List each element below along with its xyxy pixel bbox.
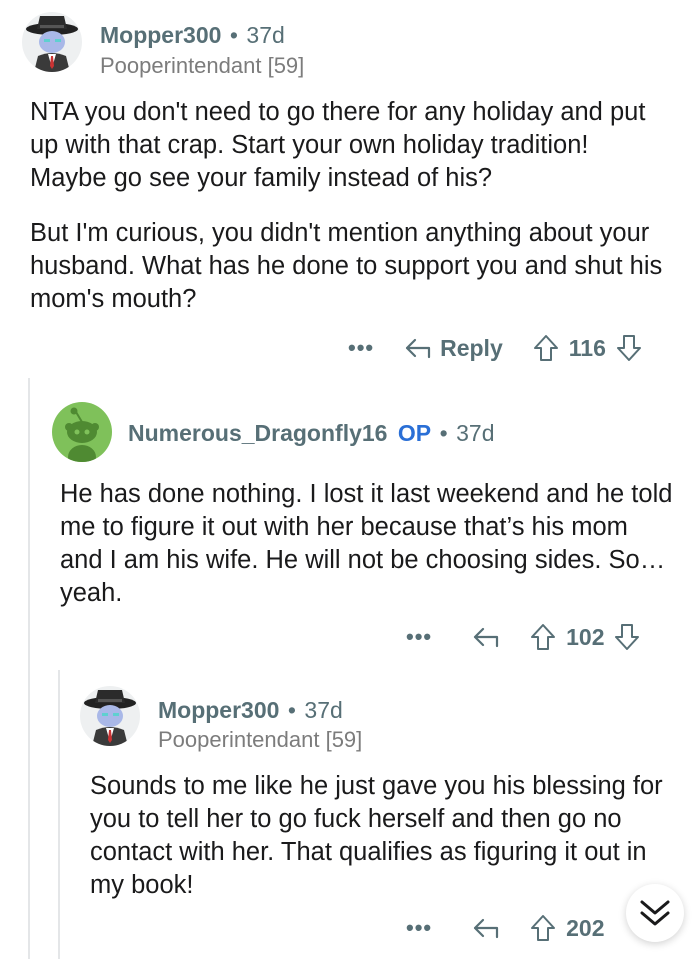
comment-author[interactable]: Mopper300 [158,697,279,723]
comment-body: NTA you don't need to go there for any h… [30,96,670,316]
comment-actions: ••• 202 [406,911,604,945]
user-avatar-icon [26,16,78,72]
more-options-icon[interactable]: ••• [406,915,432,941]
comment-paragraph: He has done nothing. I lost it last week… [60,480,673,607]
snoo-avatar-icon [65,407,99,462]
more-options-icon[interactable]: ••• [406,624,432,650]
comment-paragraph: NTA you don't need to go there for any h… [30,98,646,192]
separator-dot: • [439,420,448,446]
scroll-down-button[interactable] [626,884,684,942]
user-flair: Pooperintendant [59] [100,53,305,78]
vote-score: 102 [566,623,605,650]
comment-age: 37d [456,420,495,446]
comment-age: 37d [246,22,285,48]
user-flair: Pooperintendant [59] [158,727,363,752]
comment-paragraph: Sounds to me like he just gave you his b… [90,772,663,899]
more-options-icon[interactable]: ••• [348,335,374,361]
reply-icon[interactable] [404,337,432,359]
double-chevron-down-icon [640,900,670,926]
avatar-numerous-dragonfly16[interactable] [52,402,112,462]
op-badge: OP [397,420,432,446]
user-avatar-icon [84,690,136,746]
comment-actions: ••• 102 [406,620,640,654]
comment-paragraph: But I'm curious, you didn't mention anyt… [30,219,663,313]
reply-icon[interactable] [472,917,500,939]
comment-author[interactable]: Mopper300 [100,22,221,48]
downvote-icon[interactable] [614,623,640,651]
thread-line[interactable] [28,378,30,959]
reply-button[interactable]: Reply [440,335,503,362]
upvote-icon[interactable] [530,623,556,651]
vote-score: 202 [566,914,605,941]
comment-body: Sounds to me like he just gave you his b… [90,770,675,902]
separator-dot: • [229,22,238,48]
separator-dot: • [287,697,296,723]
comment-age: 37d [304,697,343,723]
avatar-mopper300[interactable] [80,686,140,746]
comment-author[interactable]: Numerous_Dragonfly16 [128,420,387,446]
avatar-mopper300[interactable] [22,12,82,72]
upvote-icon[interactable] [530,914,556,942]
vote-score: 116 [568,334,606,361]
comment-actions: ••• Reply 116 [348,331,642,365]
downvote-icon[interactable] [616,334,642,362]
upvote-icon[interactable] [533,334,559,362]
comment-body: He has done nothing. I lost it last week… [60,478,675,610]
reply-icon[interactable] [472,626,500,648]
thread-line[interactable] [58,670,60,959]
